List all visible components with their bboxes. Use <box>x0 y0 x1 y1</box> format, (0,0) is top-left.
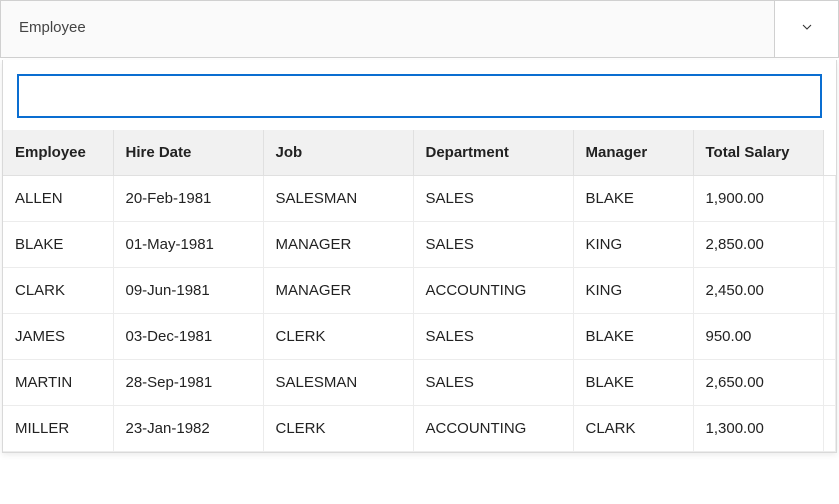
table-row[interactable]: ALLEN20-Feb-1981SALESMANSALESBLAKE1,900.… <box>3 176 836 222</box>
col-job[interactable]: Job <box>263 130 413 176</box>
cell-total-salary: 2,650.00 <box>693 360 823 406</box>
cell-department: SALES <box>413 176 573 222</box>
cell-manager: CLARK <box>573 406 693 452</box>
table-row[interactable]: JAMES03-Dec-1981CLERKSALESBLAKE950.00 <box>3 314 836 360</box>
cell-department: ACCOUNTING <box>413 406 573 452</box>
col-employee[interactable]: Employee <box>3 130 113 176</box>
cell-manager: BLAKE <box>573 360 693 406</box>
cell-padding <box>823 406 836 452</box>
cell-hire-date: 28-Sep-1981 <box>113 360 263 406</box>
cell-employee: JAMES <box>3 314 113 360</box>
cell-padding <box>823 314 836 360</box>
col-department[interactable]: Department <box>413 130 573 176</box>
combobox-label: Employee <box>1 1 774 57</box>
cell-job: CLERK <box>263 406 413 452</box>
cell-padding <box>823 222 836 268</box>
cell-total-salary: 950.00 <box>693 314 823 360</box>
col-padding <box>823 130 836 176</box>
cell-hire-date: 20-Feb-1981 <box>113 176 263 222</box>
search-wrap <box>3 60 836 130</box>
cell-total-salary: 1,900.00 <box>693 176 823 222</box>
cell-department: SALES <box>413 314 573 360</box>
cell-padding <box>823 176 836 222</box>
cell-hire-date: 23-Jan-1982 <box>113 406 263 452</box>
results-table: Employee Hire Date Job Department Manage… <box>3 130 836 452</box>
table-row[interactable]: MILLER23-Jan-1982CLERKACCOUNTINGCLARK1,3… <box>3 406 836 452</box>
cell-department: SALES <box>413 222 573 268</box>
table-row[interactable]: BLAKE01-May-1981MANAGERSALESKING2,850.00 <box>3 222 836 268</box>
cell-manager: BLAKE <box>573 314 693 360</box>
cell-manager: BLAKE <box>573 176 693 222</box>
table-row[interactable]: CLARK09-Jun-1981MANAGERACCOUNTINGKING2,4… <box>3 268 836 314</box>
cell-padding <box>823 268 836 314</box>
table-header-row: Employee Hire Date Job Department Manage… <box>3 130 836 176</box>
dropdown-panel: Employee Hire Date Job Department Manage… <box>2 60 837 453</box>
cell-total-salary: 2,850.00 <box>693 222 823 268</box>
cell-job: SALESMAN <box>263 360 413 406</box>
cell-employee: MARTIN <box>3 360 113 406</box>
cell-padding <box>823 360 836 406</box>
col-hire-date[interactable]: Hire Date <box>113 130 263 176</box>
cell-employee: BLAKE <box>3 222 113 268</box>
chevron-down-icon <box>799 19 815 39</box>
cell-employee: MILLER <box>3 406 113 452</box>
cell-job: CLERK <box>263 314 413 360</box>
cell-department: ACCOUNTING <box>413 268 573 314</box>
search-input[interactable] <box>17 74 822 118</box>
col-manager[interactable]: Manager <box>573 130 693 176</box>
cell-hire-date: 03-Dec-1981 <box>113 314 263 360</box>
cell-manager: KING <box>573 268 693 314</box>
cell-job: MANAGER <box>263 268 413 314</box>
combobox-header[interactable]: Employee <box>0 0 839 58</box>
cell-employee: CLARK <box>3 268 113 314</box>
cell-job: MANAGER <box>263 222 413 268</box>
cell-total-salary: 1,300.00 <box>693 406 823 452</box>
cell-hire-date: 09-Jun-1981 <box>113 268 263 314</box>
cell-employee: ALLEN <box>3 176 113 222</box>
combobox-toggle[interactable] <box>774 1 838 57</box>
cell-manager: KING <box>573 222 693 268</box>
cell-total-salary: 2,450.00 <box>693 268 823 314</box>
cell-hire-date: 01-May-1981 <box>113 222 263 268</box>
col-total-salary[interactable]: Total Salary <box>693 130 823 176</box>
cell-job: SALESMAN <box>263 176 413 222</box>
table-row[interactable]: MARTIN28-Sep-1981SALESMANSALESBLAKE2,650… <box>3 360 836 406</box>
cell-department: SALES <box>413 360 573 406</box>
